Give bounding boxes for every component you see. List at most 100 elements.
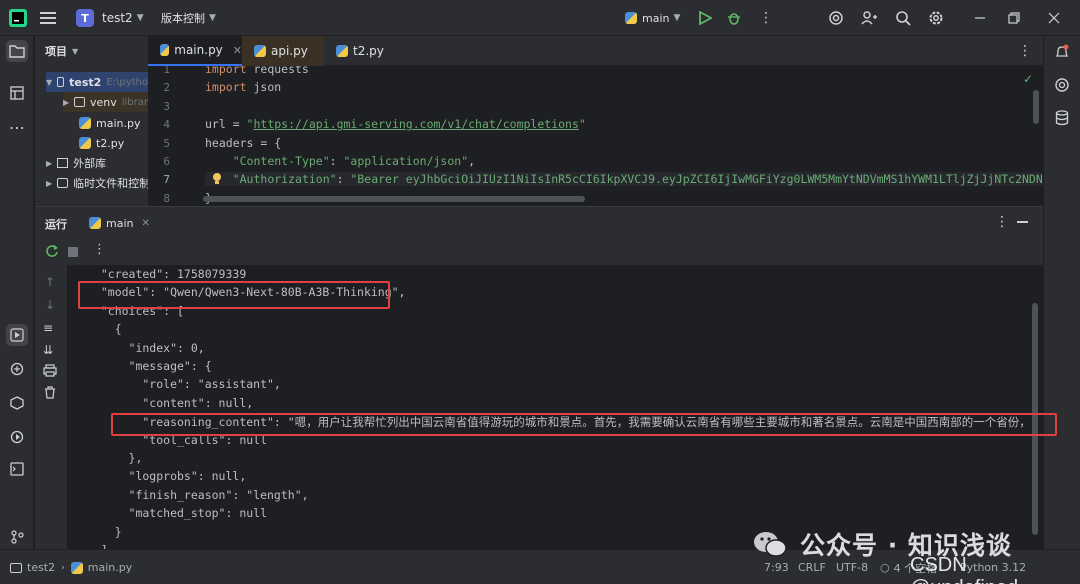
tree-item-external-libraries[interactable]: ▶ 外部库 xyxy=(46,153,106,173)
close-window-button[interactable] xyxy=(1048,0,1060,36)
app-logo xyxy=(8,0,28,36)
editor-area[interactable]: main.py ✕ api.py t2.py ⋮ ✓ 1 import reque… xyxy=(148,36,1043,206)
chevron-right-icon: ▶ xyxy=(46,158,53,168)
structure-icon[interactable] xyxy=(6,82,28,104)
python-file-icon xyxy=(336,45,348,57)
notifications-bell-icon[interactable] xyxy=(1051,41,1073,63)
breadcrumb[interactable]: test2 › main.py xyxy=(10,550,132,584)
settings-gear-icon[interactable] xyxy=(928,0,944,36)
highlight-reasoning-box xyxy=(111,413,1057,436)
run-tab-label: main xyxy=(106,216,134,230)
code-token: import xyxy=(205,80,247,95)
python-packages-icon[interactable] xyxy=(6,392,28,414)
scroll-to-end-icon[interactable]: ⇊ xyxy=(43,343,53,357)
run-panel-options-icon[interactable]: ⋮ xyxy=(995,214,1009,230)
breadcrumb-file[interactable]: main.py xyxy=(88,561,132,574)
tab-t2-py[interactable]: t2.py xyxy=(324,36,394,66)
more-actions-icon[interactable]: ⋮ xyxy=(759,0,773,36)
tree-item-t2-py[interactable]: t2.py xyxy=(79,133,124,153)
editor-tabs: main.py ✕ api.py t2.py ⋮ xyxy=(148,36,1043,66)
tabs-more-icon[interactable]: ⋮ xyxy=(1018,36,1032,66)
chevron-right-icon: ▶ xyxy=(46,178,53,188)
project-name: test2 xyxy=(102,11,133,25)
ai-assistant-icon[interactable] xyxy=(828,0,844,36)
scratches-icon xyxy=(57,178,69,188)
restore-button[interactable] xyxy=(1008,0,1020,36)
breadcrumb-project[interactable]: test2 xyxy=(27,561,55,574)
line-number: 3 xyxy=(163,99,170,113)
code-token: "Content-Type" xyxy=(232,154,330,168)
git-icon[interactable] xyxy=(6,526,28,548)
editor-h-scrollbar[interactable] xyxy=(203,196,585,202)
tab-main-py[interactable]: main.py ✕ xyxy=(148,36,242,66)
project-folder-icon[interactable] xyxy=(6,40,28,62)
project-badge: T xyxy=(76,9,94,27)
close-icon[interactable]: ✕ xyxy=(141,218,149,229)
run-tab-main[interactable]: main ✕ xyxy=(89,207,150,239)
line-number: 2 xyxy=(163,81,170,95)
more-run-actions-icon[interactable]: ⋮ xyxy=(93,242,106,257)
console-line: "role": "assistant", xyxy=(87,377,281,392)
run-button[interactable] xyxy=(698,0,712,36)
python-file-icon xyxy=(160,44,170,56)
stop-icon[interactable] xyxy=(68,247,78,257)
tab-api-py[interactable]: api.py xyxy=(242,36,324,66)
tree-item-label: 临时文件和控制 xyxy=(73,177,151,190)
search-icon[interactable] xyxy=(895,0,911,36)
debug-button[interactable] xyxy=(727,0,741,36)
add-user-icon[interactable] xyxy=(861,0,877,36)
tab-label: api.py xyxy=(271,44,308,58)
run-toolbar: ⋮ xyxy=(35,239,1043,265)
scroll-up-icon[interactable]: ↑ xyxy=(45,275,55,289)
minimize-button[interactable] xyxy=(974,0,986,36)
soft-wrap-icon[interactable]: ≡ xyxy=(43,321,53,335)
project-switcher[interactable]: T test2 ▼ xyxy=(76,0,144,36)
code-token: : xyxy=(336,172,351,187)
console-line: }, xyxy=(87,451,143,465)
wechat-logo-icon xyxy=(754,532,787,557)
services-icon[interactable] xyxy=(6,426,28,448)
tree-item-hint: librar xyxy=(121,96,148,108)
right-tool-strip xyxy=(1043,36,1080,549)
library-icon xyxy=(57,158,69,168)
code-token: , xyxy=(468,154,476,168)
chevron-down-icon[interactable]: ▼ xyxy=(72,47,78,56)
database-icon[interactable] xyxy=(1051,107,1073,129)
code-token: : xyxy=(329,154,344,168)
ai-chat-icon[interactable] xyxy=(1051,74,1073,96)
print-icon[interactable] xyxy=(43,364,57,380)
code-token: "application/json" xyxy=(343,154,469,168)
chevron-down-icon: ▼ xyxy=(136,13,144,23)
hide-panel-icon[interactable] xyxy=(1017,221,1028,223)
python-console-icon[interactable] xyxy=(6,358,28,380)
editor-scrollbar[interactable] xyxy=(1033,90,1039,124)
terminal-icon[interactable] xyxy=(6,458,28,480)
code-line: "Authorization": "Bearer eyJhbGciOiJIUzI… xyxy=(205,172,1043,187)
left-tool-strip: ⋯ xyxy=(0,36,34,549)
console-line: "matched_stop": null xyxy=(87,506,268,521)
tree-item-scratches[interactable]: ▶ 临时文件和控制 xyxy=(46,173,150,193)
vcs-menu[interactable]: 版本控制 ▼ xyxy=(161,0,216,36)
tree-item-venv[interactable]: ▶ venv librar xyxy=(63,92,148,112)
run-config-selector[interactable]: main ▼ xyxy=(625,0,680,36)
close-icon[interactable]: ✕ xyxy=(233,44,242,57)
tree-item-main-py[interactable]: main.py xyxy=(79,113,140,133)
line-number: 4 xyxy=(163,118,170,132)
main-menu-icon[interactable] xyxy=(40,0,56,36)
run-tool-icon[interactable] xyxy=(6,324,28,346)
tree-item-label: test2 xyxy=(69,75,102,89)
rerun-icon[interactable] xyxy=(45,244,59,261)
chevron-down-icon: ▼ xyxy=(209,13,216,23)
highlight-model-box xyxy=(78,281,390,309)
code-token: json xyxy=(246,80,282,95)
vcs-label: 版本控制 xyxy=(161,12,205,25)
intention-bulb-icon[interactable] xyxy=(212,172,222,188)
console-line: "content": null, xyxy=(87,395,254,410)
tree-item-test2[interactable]: ▼ test2 E:\pytho xyxy=(46,72,148,92)
console-line: "logprobs": null, xyxy=(87,469,247,484)
clear-all-icon[interactable] xyxy=(44,386,56,402)
line-number: 6 xyxy=(163,155,170,168)
scroll-down-icon[interactable]: ↓ xyxy=(45,298,55,312)
more-tools-icon[interactable]: ⋯ xyxy=(6,116,28,138)
